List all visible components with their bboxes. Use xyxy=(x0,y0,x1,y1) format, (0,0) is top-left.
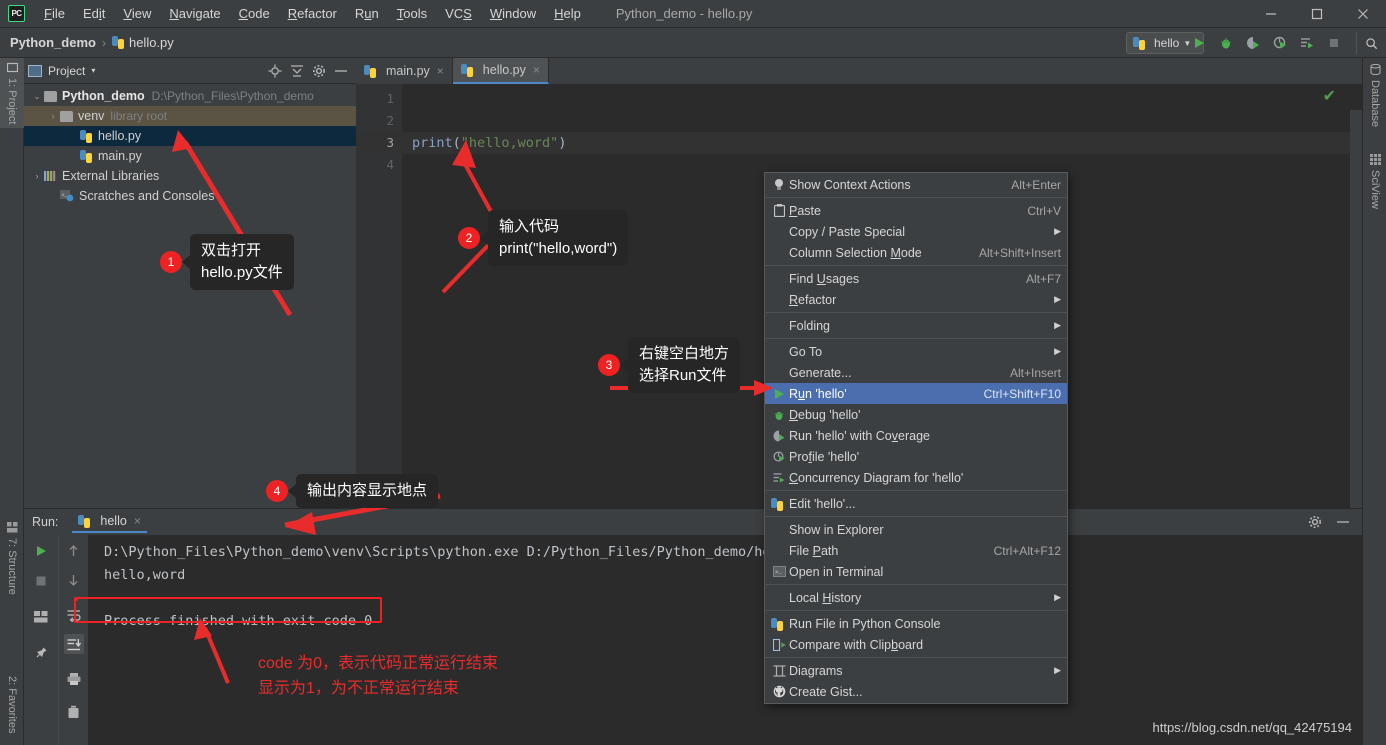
callout-1-badge: 1 xyxy=(160,250,182,273)
callout-4-badge: 4 xyxy=(266,479,288,502)
callout-4-text: 输出内容显示地点 xyxy=(296,474,439,508)
callout-4-notch xyxy=(288,483,296,498)
callout-1: 1 双击打开 hello.py文件 xyxy=(160,234,294,290)
callout-2-badge: 2 xyxy=(458,226,480,249)
callout-1-notch xyxy=(182,254,190,269)
pycharm-window: PC File Edit View Navigate Code Refactor… xyxy=(0,0,1386,745)
exit-code-note: code 为0，表示代码正常运行结束 显示为1，为不正常运行结束 xyxy=(258,655,499,697)
callout-1-text: 双击打开 hello.py文件 xyxy=(190,234,294,290)
callout-2-text: 输入代码 print("hello,word") xyxy=(488,210,629,266)
callout-3-notch xyxy=(620,357,628,372)
callout-2-notch xyxy=(480,230,488,245)
callout-3-text: 右键空白地方 选择Run文件 xyxy=(628,337,741,393)
callout-4: 4 输出内容显示地点 xyxy=(266,474,439,508)
callout-2: 2 输入代码 print("hello,word") xyxy=(458,210,629,266)
callout-3: 3 右键空白地方 选择Run文件 xyxy=(598,337,741,393)
callout-3-badge: 3 xyxy=(598,353,620,376)
